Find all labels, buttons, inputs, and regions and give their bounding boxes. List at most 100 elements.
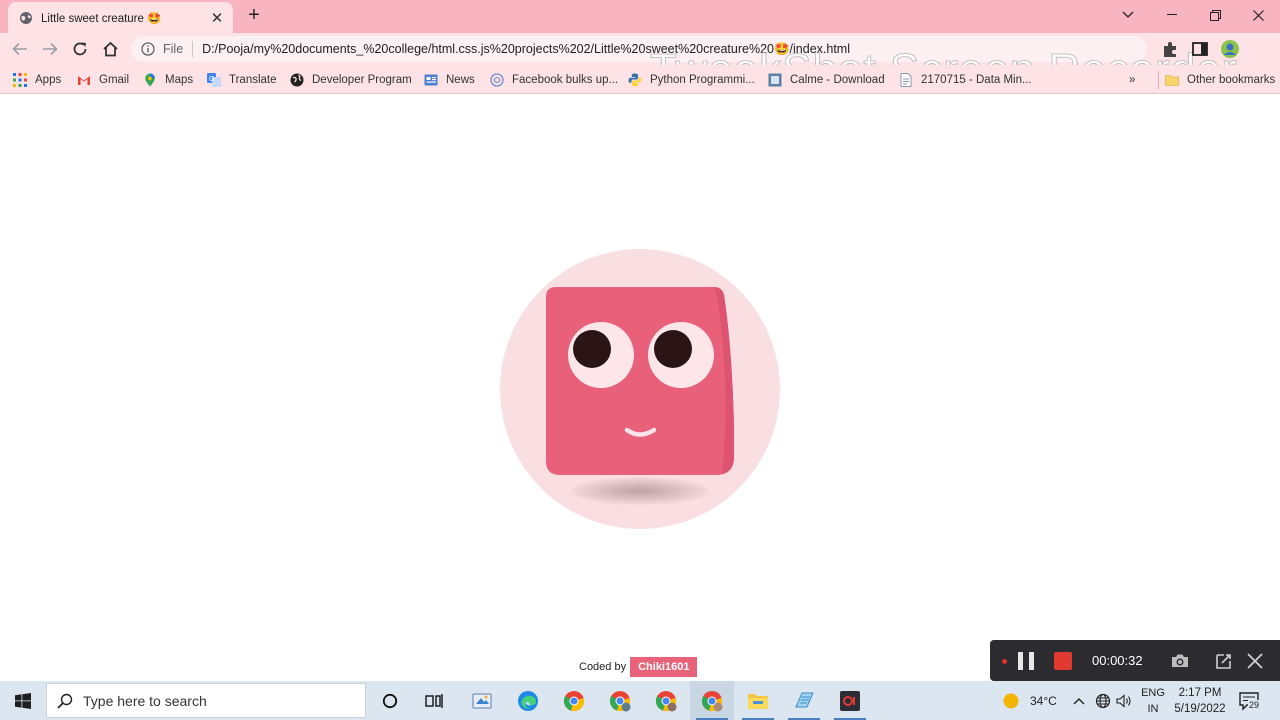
browser-tab-active[interactable]: Little sweet creature 🤩 ✕ (8, 2, 233, 33)
bookmark-data-mining[interactable]: 2170715 - Data Min... (899, 71, 1032, 89)
url-scheme-label: File (163, 42, 184, 56)
web-page-content: Coded by Chiki1601 (0, 95, 1280, 681)
tab-title: Little sweet creature 🤩 (41, 12, 162, 25)
camera-icon[interactable] (1170, 651, 1190, 671)
chrome-browser-icon[interactable] (552, 681, 596, 720)
notepad-app-icon[interactable] (782, 681, 826, 720)
news-icon (424, 74, 438, 86)
start-button[interactable] (0, 681, 46, 720)
browser-toolbar: File D:/Pooja/my%20documents_%20college/… (0, 33, 1280, 95)
bookmark-label: 2170715 - Data Min... (921, 74, 1032, 86)
extensions-puzzle-icon[interactable] (1160, 39, 1180, 59)
creature-body (546, 287, 734, 475)
notification-count-badge: 29 (1248, 700, 1261, 710)
taskbar-search-box[interactable] (46, 683, 366, 718)
bookmark-python[interactable]: Python Programmi... (628, 71, 755, 89)
forward-arrow-icon[interactable] (39, 38, 61, 60)
python-icon (628, 73, 642, 87)
url-text[interactable]: D:/Pooja/my%20documents_%20college/html.… (202, 42, 850, 57)
folder-icon (1165, 75, 1179, 86)
restore-window-icon[interactable] (1193, 0, 1237, 30)
footer-label: Coded by (579, 661, 627, 673)
recording-indicator-icon (1002, 659, 1007, 664)
tab-close-icon[interactable]: ✕ (209, 10, 225, 27)
bookmark-label: Translate (229, 74, 277, 86)
profile-avatar-icon[interactable] (1220, 39, 1240, 59)
windows-taskbar: 34°C ENG IN 2:17 PM 5/19/2022 29 (0, 681, 1280, 720)
file-explorer-icon[interactable] (736, 681, 780, 720)
other-bookmarks-folder[interactable]: Other bookmarks (1158, 71, 1275, 89)
chrome-active-window-icon[interactable] (690, 681, 734, 720)
search-icon (57, 693, 73, 709)
bookmark-developer-program[interactable]: Developer Program (290, 71, 412, 89)
stop-recording-button[interactable] (1054, 652, 1072, 670)
globe-icon (20, 11, 32, 24)
input-language-indicator[interactable]: ENG IN (1138, 685, 1168, 717)
bookmark-calme[interactable]: Calme - Download (768, 71, 885, 89)
browser-title-bar: Little sweet creature 🤩 ✕ + (0, 0, 1280, 33)
side-panel-icon[interactable] (1190, 39, 1210, 59)
apps-grid-icon (13, 73, 27, 87)
bookmarks-bar: Apps Gmail Maps G Translate Developer Pr… (0, 65, 1280, 94)
maps-pin-icon (145, 73, 155, 87)
address-bar[interactable]: File D:/Pooja/my%20documents_%20college/… (131, 36, 1147, 62)
search-input[interactable] (83, 692, 353, 709)
edge-browser-icon[interactable] (506, 681, 550, 720)
bookmark-label: News (446, 74, 475, 86)
back-arrow-icon[interactable] (9, 38, 31, 60)
translate-icon: G (207, 73, 221, 87)
close-recorder-icon[interactable] (1245, 651, 1265, 671)
region-code: IN (1147, 703, 1159, 715)
right-eye-pupil (654, 330, 692, 368)
facebook-link-icon (490, 73, 504, 87)
home-icon[interactable] (99, 38, 121, 60)
bookmark-translate[interactable]: G Translate (207, 71, 277, 89)
bookmark-label: Python Programmi... (650, 74, 755, 86)
address-divider (192, 41, 194, 57)
gmail-icon (78, 76, 90, 85)
developer-globe-icon (290, 73, 304, 87)
minimize-window-icon[interactable] (1150, 0, 1194, 30)
bookmark-label: Other bookmarks (1187, 74, 1276, 86)
cortana-icon[interactable] (368, 681, 412, 720)
close-window-icon[interactable] (1236, 0, 1280, 30)
bookmark-maps[interactable]: Maps (143, 71, 193, 89)
bookmark-apps[interactable]: Apps (13, 71, 61, 89)
calme-icon (768, 73, 782, 87)
tab-search-chevron-icon[interactable] (1106, 0, 1150, 30)
screen-recorder-app-icon[interactable] (828, 681, 872, 720)
notification-center-icon[interactable]: 29 (1238, 681, 1262, 720)
snipping-tool-icon[interactable] (460, 681, 504, 720)
bookmark-label: Maps (165, 74, 194, 86)
info-icon[interactable] (141, 42, 155, 56)
bookmark-label: Developer Program (312, 74, 412, 86)
chrome-profile-icon[interactable] (598, 681, 642, 720)
network-globe-icon[interactable] (1095, 681, 1111, 720)
taskbar-clock[interactable]: 2:17 PM 5/19/2022 (1172, 685, 1228, 717)
recording-timer: 00:00:32 (1092, 653, 1143, 668)
left-eye-pupil (573, 330, 611, 368)
show-hidden-icons-chevron[interactable] (1073, 681, 1085, 720)
reload-icon[interactable] (69, 38, 91, 60)
bookmark-label: Apps (35, 74, 62, 86)
chrome-profile-2-icon[interactable] (644, 681, 688, 720)
weather-widget[interactable]: 34°C (1002, 681, 1057, 720)
bookmarks-overflow-chevron[interactable]: » (1129, 71, 1135, 89)
creature-ground-shadow (570, 477, 710, 505)
task-view-icon[interactable] (412, 681, 456, 720)
edit-export-icon[interactable] (1214, 651, 1234, 671)
bookmark-label: Gmail (99, 74, 130, 86)
language-code: ENG (1141, 687, 1165, 699)
sun-icon (1003, 693, 1019, 708)
bookmark-news[interactable]: News (424, 71, 475, 89)
pause-icon[interactable] (1016, 652, 1036, 670)
bookmark-label: Calme - Download (790, 74, 885, 86)
volume-speaker-icon[interactable] (1116, 681, 1132, 720)
new-tab-button[interactable]: + (244, 5, 264, 26)
windows-logo-icon (15, 692, 31, 709)
bookmark-gmail[interactable]: Gmail (77, 71, 129, 89)
bookmark-facebook-article[interactable]: Facebook bulks up... (490, 71, 618, 89)
weather-temperature: 34°C (1030, 693, 1057, 708)
footer-author-link[interactable]: Chiki1601 (630, 657, 698, 677)
sweet-creature-illustration[interactable] (546, 287, 734, 475)
